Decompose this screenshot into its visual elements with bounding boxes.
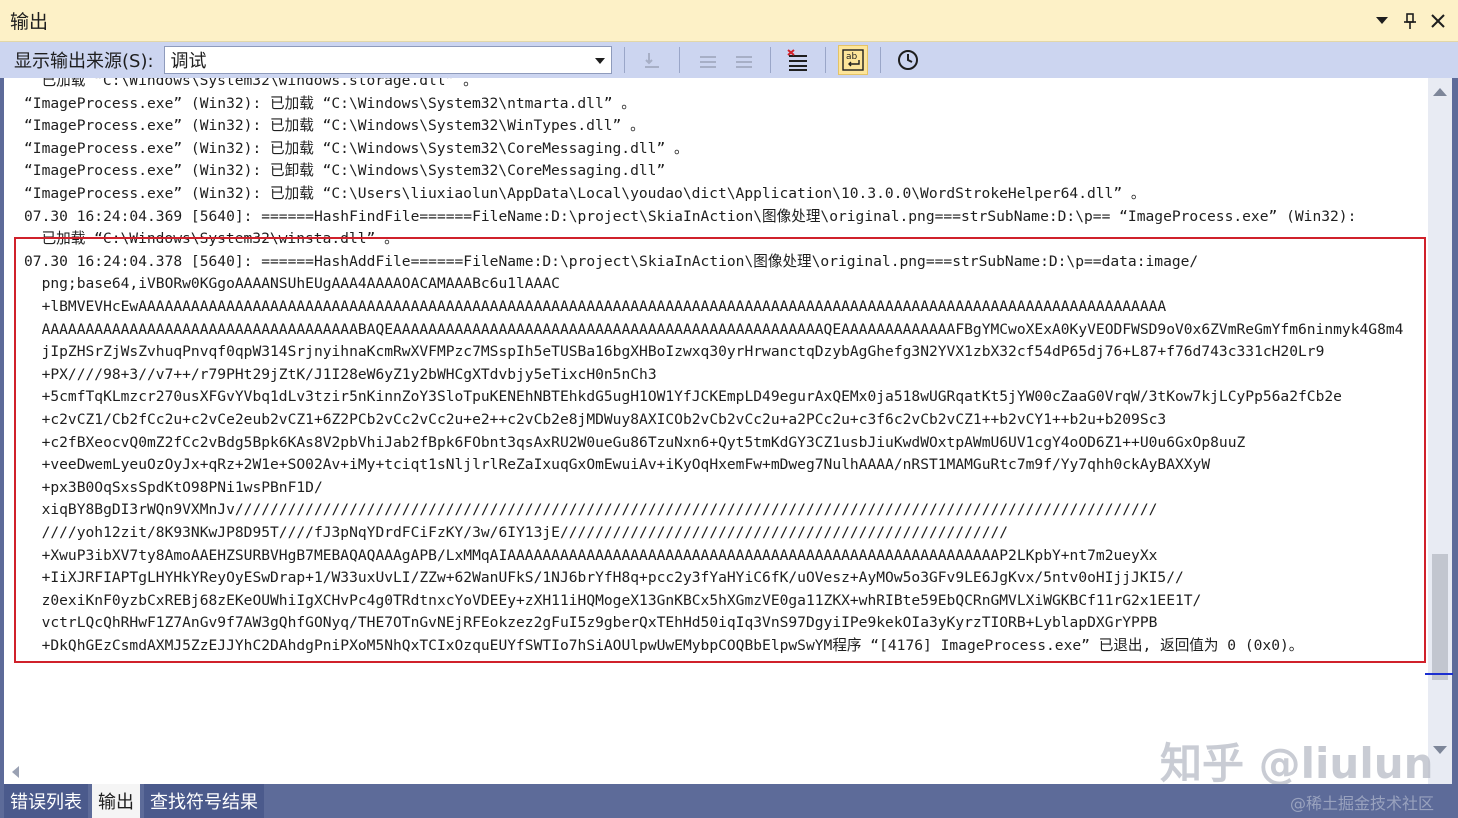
output-line: “ImageProcess.exe” (Win32): 已加载 “C:\User… [24,185,1146,202]
source-select[interactable]: 调试 [163,46,612,74]
output-line: +px3B0OqSxsSpdKtO98PNi1wsPBnF1D/ [24,478,323,496]
output-line: 已加载 “C:\Windows\System32\windows.storage… [24,78,478,89]
scroll-down-icon[interactable] [1433,746,1447,754]
watermark-zhihu: 知乎 @liulun [1160,739,1434,788]
scroll-position-marker [1425,673,1453,675]
output-line: xiqBY8BgDI3rWQn9VXMnJv//////////////////… [24,501,1158,519]
output-text-area[interactable]: 已加载 “C:\Windows\System32\windows.storage… [4,78,1428,784]
output-line: “ImageProcess.exe” (Win32): 已加载 “C:\Wind… [24,117,645,135]
toolbar-separator [879,47,881,73]
tab-label: 错误列表 [10,792,82,813]
output-line: jIpZHSrZjWsZvhuqPnvqf0qpW314SrjnyihnaKcm… [24,343,1325,361]
scroll-up-icon[interactable] [1433,88,1447,96]
output-line: png;base64,iVBORw0KGgoAAAANSUhEUgAAA4AAA… [24,275,560,293]
chevron-down-icon [594,58,605,64]
window-controls [1372,11,1458,31]
output-line: “ImageProcess.exe” (Win32): 已加载 “C:\Wind… [24,139,689,157]
output-line: +c2fBXeocvQ0mZ2fCc2vBdg5Bpk6KAs8V2pbVhiJ… [24,433,1246,451]
toolbar-separator [769,47,771,73]
next-message-icon [735,56,752,68]
output-line: +c2vCZ1/Cb2fCc2u+c2vCe2eub2vCZ1+6Z2PCb2v… [24,411,1167,428]
find-message-in-code-button[interactable] [637,45,667,75]
output-line: +lBMVEVHcEwAAAAAAAAAAAAAAAAAAAAAAAAAAAAA… [24,298,1167,315]
toolbar-separator [678,47,680,73]
panel-title: 输出 [10,11,49,33]
source-label: 显示输出来源(S): [14,51,154,72]
previous-message-icon [699,56,716,68]
previous-message-button[interactable] [692,45,722,75]
tab-find-symbol-results[interactable]: 查找符号结果 [144,784,264,818]
toggle-word-wrap-button[interactable]: ab [837,45,868,75]
scroll-left-icon[interactable] [12,766,19,778]
toolbar-separator [824,47,826,73]
tab-label: 查找符号结果 [150,792,258,813]
toolbar-separator [623,47,625,73]
source-select-value: 调试 [170,51,207,72]
output-panel-titlebar: 输出 [0,0,1458,42]
watermark-juejin: @稀土掘金技术社区 [1290,794,1435,813]
output-line: +PX////98+3//v7++/r79PHt29jZtK/J1I28eW6y… [24,365,657,383]
clear-all-icon [786,49,807,71]
output-line: +5cmfTqKLmzcr270usXFGvYVbq1dLv3tzir5nKin… [24,388,1342,406]
output-toolbar: 显示输出来源(S): 调试 ab [0,42,1458,78]
output-line: “ImageProcess.exe” (Win32): 已加载 “C:\Wind… [24,94,636,112]
show-timestamps-button[interactable] [893,45,923,75]
output-line: “ImageProcess.exe” (Win32): 已卸载 “C:\Wind… [24,162,666,180]
output-line: z0exiKnF0yzbCxREBj68zEKeOUWhiIgXCHvPc4g0… [24,591,1202,609]
output-line: ////yoh12zit/8K93NKwJP8D95T////fJ3pNqYDr… [24,524,1009,541]
tab-label: 输出 [98,792,134,813]
output-line: +DkQhGEzCsmdAXMJ5ZzEJJYhC2DAhdgPniPXoM5N… [24,637,1304,654]
word-wrap-icon: ab [841,49,864,71]
output-line: +IiXJRFIAPTgLHYHkYReyOyESwDrap+1/W33uxUv… [24,569,1184,587]
tab-output[interactable]: 输出 [92,784,140,818]
close-icon[interactable] [1428,11,1448,31]
output-line: 07.30 16:24:04.369 [5640]: ======HashFin… [24,207,1357,225]
output-line: +veeDwemLyeuOzOyJx+qRz+2W1e+SO02Av+iMy+t… [24,456,1211,474]
clear-all-button[interactable] [783,45,813,75]
output-line: 已加载 “C:\Windows\System32\winsta.dll” 。 [24,230,399,248]
output-line: +XwuP3ibXV7ty8AmoAAEHZSURBVHgB7MEBAQAQAA… [24,546,1158,564]
dropdown-icon[interactable] [1372,11,1392,31]
svg-text:ab: ab [846,52,858,62]
next-message-button[interactable] [728,45,758,75]
output-line: vctrLQcQhRHwF1Z7AnGv9f7AW3gQhfGONyq/THE7… [24,614,1158,632]
output-line: 07.30 16:24:04.378 [5640]: ======HashAdd… [24,252,1199,270]
find-in-code-icon [644,53,659,68]
bottom-tab-bar: 错误列表 输出 查找符号结果 [0,784,1458,818]
output-line: AAAAAAAAAAAAAAAAAAAAAAAAAAAAAAAAAAAABAQE… [24,320,1404,338]
vertical-scrollbar[interactable] [1425,78,1453,784]
scrollbar-thumb[interactable] [1432,554,1448,680]
pin-icon[interactable] [1400,11,1420,31]
clock-icon [897,50,918,70]
tab-error-list[interactable]: 错误列表 [4,784,88,818]
